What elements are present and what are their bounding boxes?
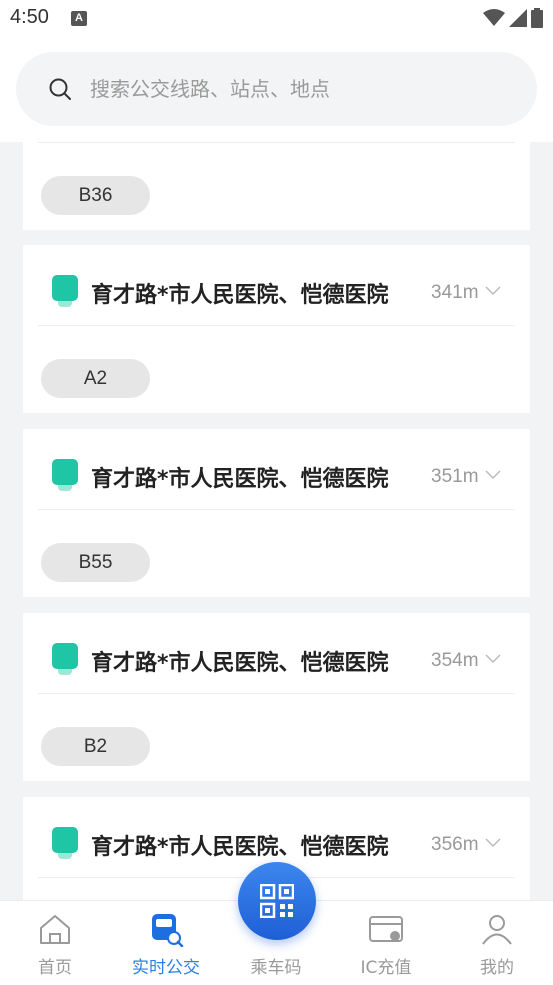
stop-header[interactable]: 育才路*市人民医院、恺德医院 351m [23, 429, 530, 509]
bus-stop-icon [52, 643, 78, 675]
chevron-down-icon[interactable] [485, 653, 501, 665]
stop-card: 育才路*市人民医院、恺德医院 351m B55 [23, 429, 530, 597]
bus-stop-icon [52, 827, 78, 859]
bus-stop-icon [52, 459, 78, 491]
nav-home-label: 首页 [38, 958, 72, 978]
route-badge[interactable]: A2 [41, 359, 150, 398]
divider [38, 325, 515, 326]
stop-header[interactable]: 育才路*市人民医院、恺德医院 341m [23, 245, 530, 325]
stop-distance: 354m [431, 650, 479, 671]
realtime-bus-icon [152, 914, 184, 947]
signal-icon [509, 9, 527, 27]
nav-mine-label: 我的 [480, 958, 514, 978]
nav-home[interactable]: 首页 [0, 901, 110, 985]
user-icon [482, 915, 512, 945]
stop-name: 育才路*市人民医院、恺德医院 [91, 651, 389, 676]
card-recharge-icon [369, 916, 403, 942]
stop-list: B36 育才路*市人民医院、恺德医院 341m A2 育才路*市人民医院、恺德医… [0, 142, 553, 900]
route-badge[interactable]: B55 [41, 543, 150, 582]
status-indicators [483, 8, 543, 28]
stop-card: 育才路*市人民医院、恺德医院 341m A2 [23, 245, 530, 413]
nav-realtime-label: 实时公交 [132, 958, 200, 978]
header: 搜索公交线路、站点、地点 [0, 38, 553, 142]
stop-name: 育才路*市人民医院、恺德医院 [91, 835, 389, 860]
stop-distance: 356m [431, 834, 479, 855]
nav-realtime[interactable]: 实时公交 [111, 901, 221, 985]
divider [38, 142, 515, 143]
nav-mine[interactable]: 我的 [442, 901, 552, 985]
stop-card: 育才路*市人民医院、恺德医院 354m B2 [23, 613, 530, 781]
stop-distance: 351m [431, 466, 479, 487]
search-placeholder: 搜索公交线路、站点、地点 [90, 77, 330, 101]
chevron-down-icon[interactable] [485, 285, 501, 297]
search-input[interactable]: 搜索公交线路、站点、地点 [16, 52, 537, 126]
status-time: 4:50 [10, 6, 49, 28]
stop-name: 育才路*市人民医院、恺德医院 [91, 467, 389, 492]
bus-stop-icon [52, 275, 78, 307]
divider [38, 693, 515, 694]
stop-distance: 341m [431, 282, 479, 303]
search-icon [49, 78, 71, 100]
chevron-down-icon[interactable] [485, 469, 501, 481]
notification-icon: A [71, 11, 87, 26]
nav-ic-recharge[interactable]: IC充值 [331, 901, 441, 985]
nav-ride-code-label: 乘车码 [250, 958, 302, 978]
route-badge[interactable]: B36 [41, 176, 150, 215]
stop-name: 育才路*市人民医院、恺德医院 [91, 283, 389, 308]
qr-code-icon [260, 884, 294, 918]
wifi-icon [483, 9, 505, 26]
home-icon [40, 915, 70, 944]
divider [38, 509, 515, 510]
ride-code-button[interactable] [238, 862, 316, 940]
nav-ic-recharge-label: IC充值 [360, 958, 412, 978]
chevron-down-icon[interactable] [485, 837, 501, 849]
stop-card: B36 [23, 142, 530, 230]
status-bar: 4:50 A [0, 0, 553, 38]
battery-icon [531, 8, 543, 28]
stop-header[interactable]: 育才路*市人民医院、恺德医院 354m [23, 613, 530, 693]
route-badge[interactable]: B2 [41, 727, 150, 766]
